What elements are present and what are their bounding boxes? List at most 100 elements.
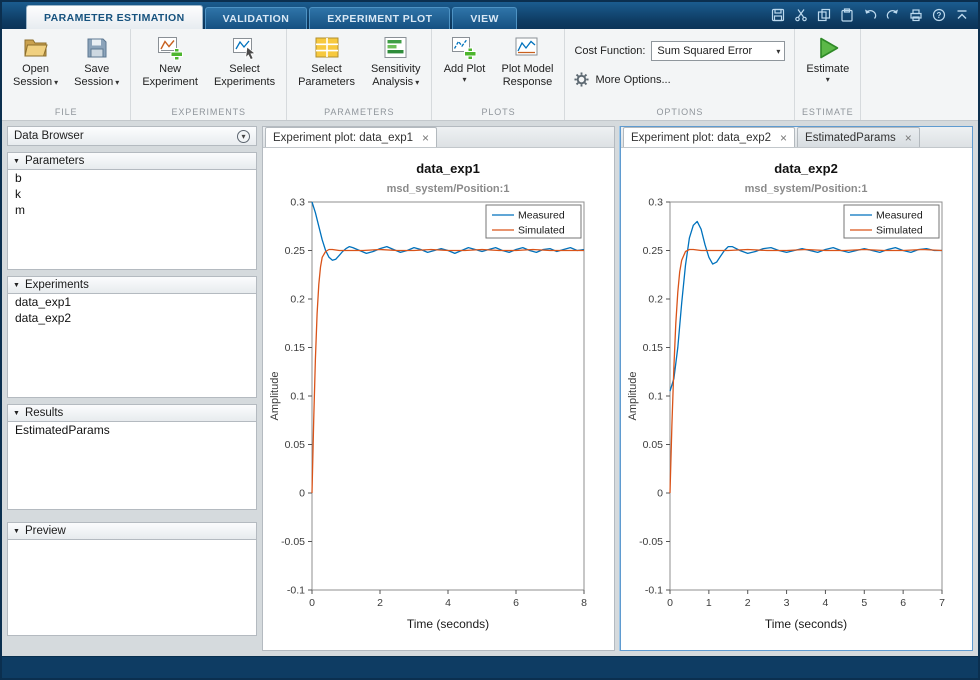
plot-body-1: -0.1 -0.05 0 0.05 0.1 0.15 0.2 0.25 0.3 0 2 4 6 8 data… — [263, 148, 614, 650]
section-preview: ▼ Preview — [7, 522, 257, 636]
open-session-button[interactable]: Open Session ▾ — [11, 32, 60, 89]
section-header-parameters[interactable]: ▼ Parameters — [7, 152, 257, 170]
ribbon-group-label-plots: PLOTS — [481, 107, 516, 117]
list-item-b[interactable]: b — [8, 170, 256, 186]
svg-text:data_exp2: data_exp2 — [774, 161, 838, 176]
ribbon-filler — [861, 29, 978, 120]
ribbon-tab-parameter-estimation[interactable]: PARAMETER ESTIMATION — [26, 5, 203, 29]
plot-model-response-button[interactable]: Plot Model Response — [499, 32, 555, 89]
sensitivity-analysis-button[interactable]: Sensitivity Analysis ▾ — [369, 32, 423, 89]
ribbon-toolbar: Open Session ▾ Save Session ▾ FILE New Experimen… — [2, 29, 978, 121]
document-area: Experiment plot: data_exp1 × -0.1 -0.05 0 0.0… — [262, 126, 973, 651]
section-header-results[interactable]: ▼ Results — [7, 404, 257, 422]
list-item-m[interactable]: m — [8, 202, 256, 218]
svg-text:-0.1: -0.1 — [286, 585, 304, 597]
plot-panel-2: Experiment plot: data_exp2 × EstimatedPara… — [619, 126, 973, 651]
svg-text:msd_system/Position:1: msd_system/Position:1 — [386, 183, 509, 195]
list-item-k[interactable]: k — [8, 186, 256, 202]
section-label-preview: Preview — [24, 525, 66, 537]
data-browser-title: Data Browser — [14, 130, 84, 142]
collapse-triangle-icon: ▼ — [13, 527, 20, 535]
chevron-down-icon: ▾ — [415, 78, 420, 87]
new-experiment-label: Experiment — [142, 76, 198, 88]
select-experiments-button[interactable]: Select Experiments — [212, 32, 277, 89]
svg-text:0.05: 0.05 — [642, 439, 663, 451]
svg-text:4: 4 — [822, 597, 828, 609]
svg-text:3: 3 — [783, 597, 789, 609]
save-icon — [86, 34, 108, 62]
gear-icon — [574, 72, 589, 87]
save-session-button[interactable]: Save Session ▾ — [72, 32, 121, 89]
svg-text:-0.1: -0.1 — [644, 585, 662, 597]
ribbon-group-label-options: OPTIONS — [656, 107, 704, 117]
ribbon-tab-view[interactable]: VIEW — [452, 7, 517, 29]
ribbon-group-file: Open Session ▾ Save Session ▾ FILE — [2, 29, 132, 120]
svg-text:0.1: 0.1 — [648, 391, 663, 403]
plot-body-2: -0.1 -0.05 0 0.05 0.1 0.15 0.2 0.25 0.3 0 1 2 3 4 5 6 7 d… — [621, 148, 972, 650]
more-options-button[interactable]: More Options... — [574, 72, 785, 87]
ribbon-group-label-experiments: EXPERIMENTS — [171, 107, 246, 117]
close-icon[interactable]: × — [905, 132, 912, 144]
quick-access-toolbar: ? — [770, 7, 946, 22]
redo-icon[interactable] — [885, 7, 900, 22]
svg-text:0.25: 0.25 — [642, 245, 663, 257]
ribbon-group-experiments: New Experiment Select Experiments EXPERIMENT… — [131, 29, 288, 120]
ribbon-group-estimate: Estimate ▾ ESTIMATE — [795, 29, 862, 120]
chevron-down-icon: ▾ — [115, 78, 120, 87]
add-plot-button[interactable]: Add Plot ▾ — [441, 32, 487, 84]
chart-data_exp2: -0.1 -0.05 0 0.05 0.1 0.15 0.2 0.25 0.3 0 1 2 3 4 5 6 7 d… — [627, 161, 945, 631]
ribbon-group-options: Cost Function: Sum Squared Error ▾ More Opt… — [565, 29, 796, 120]
app-window: PARAMETER ESTIMATION VALIDATION EXPERIMENT… — [0, 0, 980, 680]
ribbon-tab-validation[interactable]: VALIDATION — [204, 7, 308, 29]
section-header-preview[interactable]: ▼ Preview — [7, 522, 257, 540]
section-results: ▼ Results EstimatedParams — [7, 404, 257, 510]
help-icon[interactable]: ? — [931, 7, 946, 22]
ribbon-group-label-parameters: PARAMETERS — [324, 107, 395, 117]
svg-text:0.15: 0.15 — [284, 342, 305, 354]
list-item-estimatedparams[interactable]: EstimatedParams — [8, 422, 256, 438]
select-experiments-label: Experiments — [213, 76, 276, 88]
list-item-data-exp2[interactable]: data_exp2 — [8, 310, 256, 326]
chart-data_exp1: -0.1 -0.05 0 0.05 0.1 0.15 0.2 0.25 0.3 0 2 4 6 8 data… — [269, 161, 587, 631]
section-list-results: EstimatedParams — [7, 422, 257, 510]
data-browser-sections: ▼ Parameters b k m ▼ Experiments data_exp1 data_… — [7, 146, 257, 636]
minimize-ribbon-icon[interactable] — [954, 7, 970, 23]
svg-text:Time (seconds): Time (seconds) — [764, 617, 846, 631]
cost-function-select[interactable]: Sum Squared Error ▾ — [651, 41, 786, 61]
paste-icon[interactable] — [839, 7, 854, 22]
svg-text:data_exp1: data_exp1 — [416, 161, 480, 176]
select-parameters-label: Select — [311, 63, 342, 75]
svg-text:Amplitude: Amplitude — [269, 372, 281, 421]
select-parameters-button[interactable]: Select Parameters — [296, 32, 357, 89]
plot-model-response-label: Response — [502, 76, 553, 88]
svg-text:8: 8 — [581, 597, 587, 609]
svg-text:0: 0 — [667, 597, 673, 609]
list-item-data-exp1[interactable]: data_exp1 — [8, 294, 256, 310]
section-header-experiments[interactable]: ▼ Experiments — [7, 276, 257, 294]
ribbon-group-label-estimate: ESTIMATE — [802, 107, 854, 117]
collapse-triangle-icon: ▼ — [13, 409, 20, 417]
document-tab-experiment-plot-data-exp1[interactable]: Experiment plot: data_exp1 × — [265, 127, 438, 147]
svg-text:5: 5 — [861, 597, 867, 609]
document-tab-bar-1: Experiment plot: data_exp1 × — [263, 127, 614, 148]
estimate-button[interactable]: Estimate ▾ — [804, 32, 851, 84]
open-session-label: Open — [22, 63, 50, 75]
plot-panel-1: Experiment plot: data_exp1 × -0.1 -0.05 0 0.0… — [262, 126, 615, 651]
sensitivity-analysis-label: Sensitivity — [370, 63, 421, 75]
close-icon[interactable]: × — [780, 132, 787, 144]
ribbon-tab-experiment-plot[interactable]: EXPERIMENT PLOT — [309, 7, 451, 29]
cost-function-label: Cost Function: — [574, 45, 646, 57]
document-tab-experiment-plot-data-exp2[interactable]: Experiment plot: data_exp2 × — [623, 127, 796, 147]
svg-text:-0.05: -0.05 — [639, 536, 663, 548]
save-icon[interactable] — [770, 7, 785, 22]
cut-icon[interactable] — [793, 7, 808, 22]
close-icon[interactable]: × — [422, 132, 429, 144]
print-icon[interactable] — [908, 7, 923, 22]
data-browser-menu-icon[interactable]: ▾ — [237, 129, 250, 143]
document-tab-estimatedparams[interactable]: EstimatedParams × — [797, 127, 920, 147]
svg-text:1: 1 — [705, 597, 711, 609]
new-experiment-button[interactable]: New Experiment — [140, 32, 200, 89]
undo-icon[interactable] — [862, 7, 877, 22]
data-browser-panel: Data Browser ▾ ▼ Parameters b k m ▼ Experiment… — [7, 126, 257, 651]
copy-icon[interactable] — [816, 7, 831, 22]
